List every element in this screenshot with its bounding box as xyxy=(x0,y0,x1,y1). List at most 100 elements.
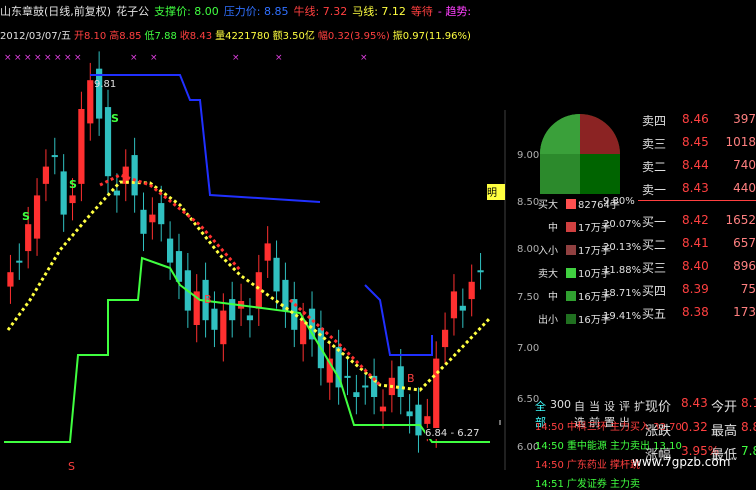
candle-body xyxy=(60,171,67,215)
resistance-line xyxy=(364,284,433,356)
candle-body xyxy=(362,385,369,388)
candle-body xyxy=(397,366,404,397)
signal-marker: × xyxy=(64,53,72,63)
candle-body xyxy=(42,166,50,184)
tick-time: 14:50 xyxy=(535,441,564,452)
order-row: 买二 8.41 657 xyxy=(530,236,756,256)
tick-time: 14:50 xyxy=(535,460,564,471)
ma-line xyxy=(6,180,492,392)
candle-body xyxy=(477,270,484,273)
sell-signal: S xyxy=(22,210,30,223)
summary-value: 7.88 xyxy=(741,444,756,458)
candle-body xyxy=(255,272,262,309)
order-price: 8.45 xyxy=(682,135,709,149)
signal-marker: × xyxy=(275,53,283,63)
order-label: 买四 xyxy=(642,284,667,298)
candle-body xyxy=(220,310,227,345)
signal-marker: × xyxy=(44,53,52,63)
signal-marker: × xyxy=(14,53,22,63)
order-separator xyxy=(638,200,756,201)
order-label: 买三 xyxy=(642,261,667,275)
order-label: 买一 xyxy=(642,215,667,229)
candle-body xyxy=(25,224,32,252)
signal-marker: × xyxy=(34,53,42,63)
order-label: 买二 xyxy=(642,238,667,252)
candle-body xyxy=(229,299,236,321)
candle-body xyxy=(16,260,23,263)
news-tick[interactable]: 14:51 广发证券 主力卖 xyxy=(535,475,645,490)
candle-body xyxy=(415,404,422,436)
order-row: 卖二 8.44 740 xyxy=(530,158,756,178)
summary-label: 最高 xyxy=(711,424,738,439)
summary-value: 8.85 xyxy=(741,420,756,434)
signal-marker: × xyxy=(4,53,12,63)
order-qty: 896 xyxy=(733,259,756,273)
candle-body xyxy=(158,203,165,225)
buy-signal: B xyxy=(407,372,415,385)
tick-time: 14:51 xyxy=(535,479,564,490)
quote-summary-row: 涨跌 0.32最高8.85 xyxy=(645,420,756,442)
candle-body xyxy=(273,257,280,292)
quote-summary-row: 现价 8.43今开8.10 xyxy=(645,396,756,418)
order-price: 8.43 xyxy=(682,181,709,195)
order-row: 卖四 8.46 397 xyxy=(530,112,756,132)
candle-body xyxy=(264,243,271,261)
tick-text: 广发证券 主力卖 xyxy=(566,479,641,490)
order-qty: 440 xyxy=(733,181,756,195)
candle-body xyxy=(424,416,431,424)
summary-label: 涨跌 xyxy=(645,424,672,439)
news-tick[interactable]: 14:50 广东药业 撑杆跳 xyxy=(535,456,645,471)
order-qty: 75 xyxy=(740,282,756,296)
candle-body xyxy=(69,195,76,204)
candle-body xyxy=(51,155,58,158)
candle-body xyxy=(379,406,387,412)
order-book: 卖四 8.46 397 卖三 8.45 1018 卖二 8.44 740 卖一 8.43 440 买一 8… xyxy=(530,112,756,362)
candle-body xyxy=(78,109,85,184)
candle-body xyxy=(166,238,174,263)
order-price: 8.39 xyxy=(682,282,709,296)
summary-value: 0.32 xyxy=(681,420,708,434)
news-tick[interactable]: 14:50 中科三环 主力买入 33.70 xyxy=(535,418,682,433)
order-qty: 1652 xyxy=(725,213,756,227)
candle-body xyxy=(459,305,466,311)
tick-text: 广东药业 撑杆跳 xyxy=(566,460,641,471)
order-qty: 1018 xyxy=(725,135,756,149)
candle-body xyxy=(441,329,449,348)
order-price: 8.42 xyxy=(682,213,709,227)
order-label: 买五 xyxy=(642,307,667,321)
order-qty: 657 xyxy=(733,236,756,250)
candle-body xyxy=(353,392,360,397)
candle-body xyxy=(246,315,254,321)
order-qty: 397 xyxy=(733,112,756,126)
order-price: 8.44 xyxy=(682,158,709,172)
pie-tooltip: 明日 xyxy=(487,184,505,200)
order-qty: 173 xyxy=(733,305,756,319)
tick-time: 14:50 xyxy=(535,422,564,433)
signal-marker: × xyxy=(24,53,32,63)
summary-value: 8.43 xyxy=(681,396,708,410)
signal-marker: × xyxy=(74,53,82,63)
buy-signal: B xyxy=(204,293,212,306)
news-tick[interactable]: 14:50 重中能源 主力卖出 13.10 xyxy=(535,437,682,452)
sell-signal: S xyxy=(111,112,119,125)
candle-body xyxy=(468,281,475,300)
order-row: 卖三 8.45 1018 xyxy=(530,135,756,155)
candle-body xyxy=(140,209,147,234)
summary-value: 8.10 xyxy=(741,396,756,410)
candle-body xyxy=(33,195,41,239)
candle-body xyxy=(406,411,413,417)
order-label: 卖一 xyxy=(642,183,667,197)
candle-body xyxy=(7,272,14,287)
summary-label: 今开 xyxy=(711,400,738,415)
order-label: 卖四 xyxy=(642,114,667,128)
order-price: 8.40 xyxy=(682,259,709,273)
order-row: 买一 8.42 1652 xyxy=(530,213,756,233)
signal-marker: × xyxy=(130,53,138,63)
order-row: 买五 8.38 173 xyxy=(530,305,756,325)
sell-signal: S xyxy=(69,178,77,191)
candle-body xyxy=(211,308,218,330)
signal-marker: × xyxy=(360,53,368,63)
signal-marker: × xyxy=(54,53,62,63)
candle-body xyxy=(450,291,458,319)
summary-label: 现价 xyxy=(645,400,672,415)
